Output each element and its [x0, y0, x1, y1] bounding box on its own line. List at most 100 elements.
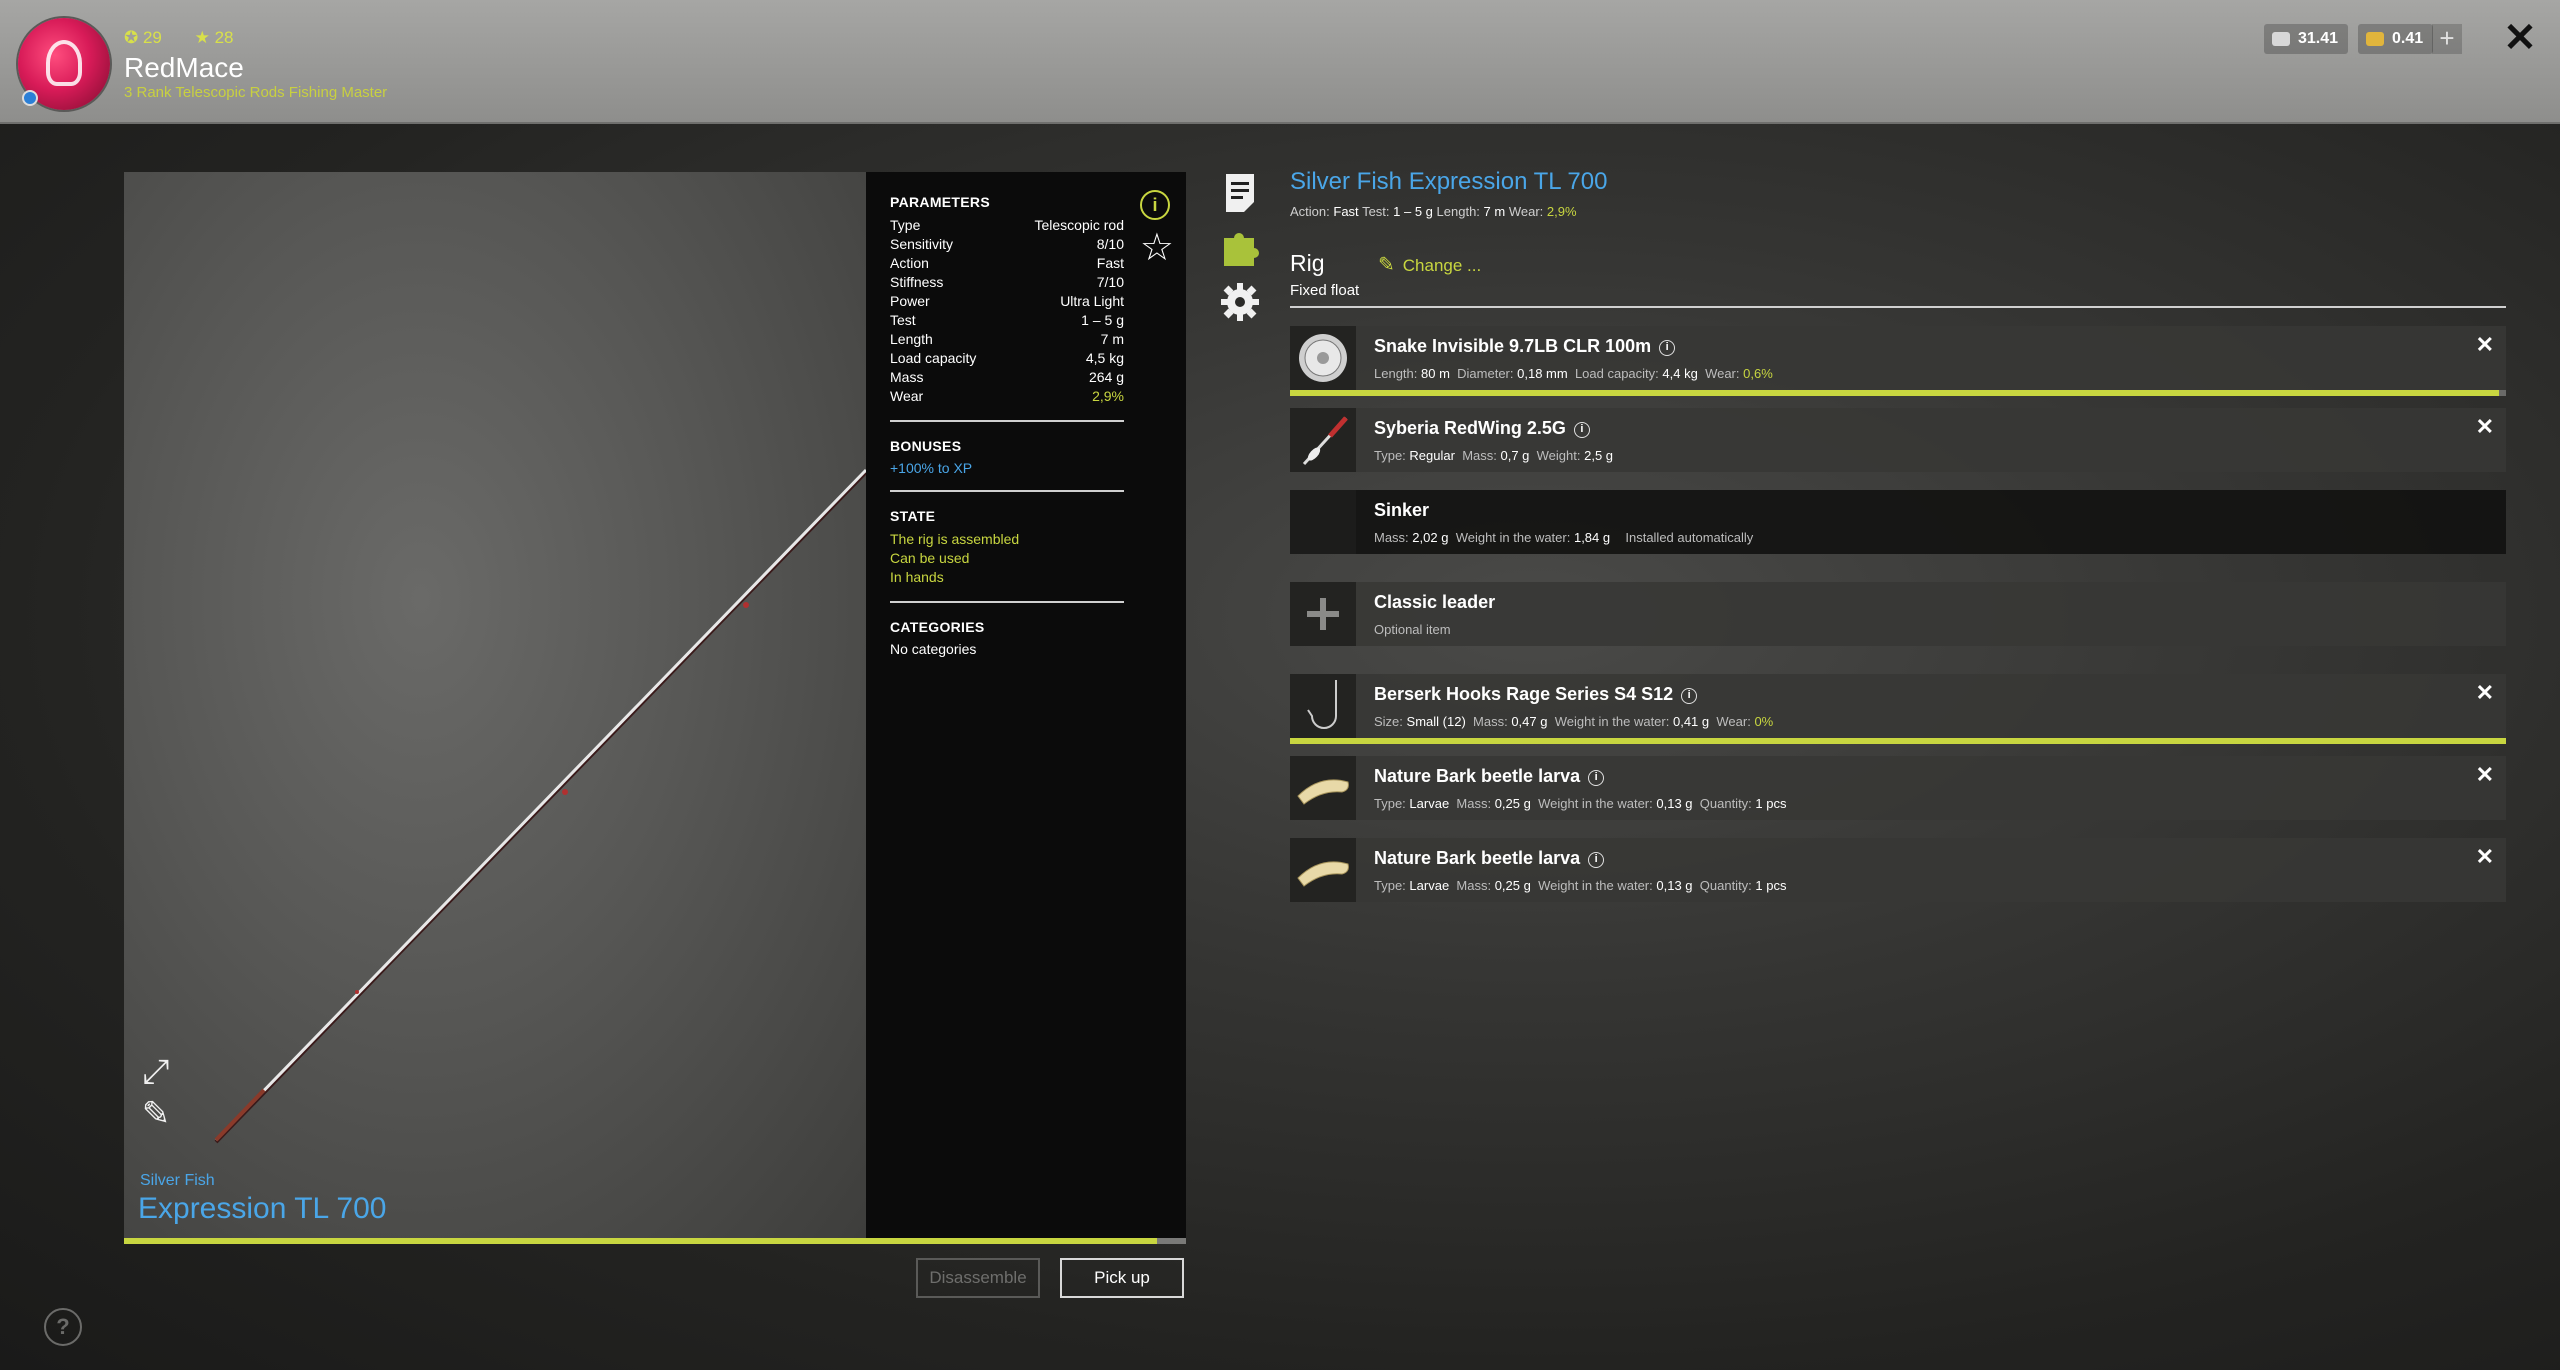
property-value: 0,6% — [1743, 366, 1773, 381]
avatar-badge-icon — [22, 90, 38, 106]
rod-preview[interactable]: ⤢ ✎ Silver Fish Expression TL 700 — [124, 172, 866, 1238]
property-value: Regular — [1409, 448, 1455, 463]
property-value: Larvae — [1409, 796, 1450, 811]
bonus-xp: +100% to XP — [890, 460, 973, 476]
gear-icon[interactable] — [1218, 280, 1262, 324]
param-label: Length — [890, 331, 933, 347]
property-label: Length: — [1374, 366, 1418, 381]
property-value: 0,7 g — [1500, 448, 1530, 463]
rank-stat: ★ 28 — [194, 28, 234, 47]
property-label: Diameter: — [1457, 366, 1514, 381]
property-value: 80 m — [1421, 366, 1450, 381]
property-label: Weight: — [1536, 448, 1581, 463]
property-value: 4,4 kg — [1662, 366, 1698, 381]
param-row: Load capacity 4,5 kg — [890, 349, 1124, 368]
property-label: Type: — [1374, 448, 1406, 463]
player-name: RedMace — [124, 52, 244, 83]
rig-item-name: Sinker — [1374, 500, 1429, 521]
length-label: Length: — [1436, 204, 1480, 219]
property-label: Type: — [1374, 796, 1406, 811]
test-value: 1 – 5 g — [1393, 204, 1433, 219]
rig-item-bait[interactable]: Nature Bark beetle larva i Type: Larvae Ma… — [1290, 756, 2506, 820]
param-value: 264 g — [1088, 369, 1124, 385]
document-icon[interactable] — [1218, 170, 1262, 214]
puzzle-icon[interactable] — [1218, 224, 1262, 268]
param-row: Test 1 – 5 g — [890, 311, 1124, 330]
property-value: 0,13 g — [1656, 796, 1693, 811]
property-label: Weight in the water: — [1554, 714, 1670, 729]
rig-item-leader[interactable]: Classic leader Optional item — [1290, 582, 2506, 646]
rod-wear-fill — [124, 1238, 1158, 1244]
float-icon — [1290, 408, 1356, 472]
property-value: Small (12) — [1406, 714, 1466, 729]
rod-title: Silver Fish Expression TL 700 — [1290, 168, 1608, 195]
rig-item-name-text: Syberia RedWing 2.5G — [1374, 418, 1566, 438]
favorite-star-icon[interactable]: ☆ — [1140, 228, 1174, 268]
categories-value: No categories — [890, 641, 977, 657]
larva-bait-icon — [1290, 756, 1356, 820]
rig-item-bait[interactable]: Nature Bark beetle larva i Type: Larvae Ma… — [1290, 838, 2506, 902]
rig-item-float[interactable]: Syberia RedWing 2.5G i Type: Regular Mass:… — [1290, 408, 2506, 472]
help-icon[interactable]: ? — [44, 1308, 82, 1346]
property-value: 0,18 mm — [1517, 366, 1568, 381]
rig-item-line[interactable]: Snake Invisible 9.7LB CLR 100m i Length: 8… — [1290, 326, 2506, 396]
property-value: 0,41 g — [1672, 714, 1710, 729]
line-spool-icon — [1290, 326, 1356, 390]
param-row: Wear 2,9% — [890, 387, 1124, 406]
property-value: 0,13 g — [1656, 878, 1693, 893]
rig-item-properties: Optional item — [1374, 622, 1451, 637]
rod-guide-1 — [562, 789, 568, 795]
remove-icon[interactable]: ✕ — [2476, 332, 2494, 358]
info-icon[interactable]: i — [1659, 340, 1676, 356]
item-wear-fill — [1290, 738, 2506, 744]
property-label: Wear: — [1716, 714, 1751, 729]
remove-icon[interactable]: ✕ — [2476, 680, 2494, 706]
pickup-button[interactable]: Pick up — [1060, 1258, 1184, 1298]
rig-item-name: Nature Bark beetle larva i — [1374, 766, 1605, 787]
param-label: Load capacity — [890, 350, 977, 366]
info-icon[interactable]: i — [1140, 190, 1170, 220]
property-label: Quantity: — [1699, 796, 1752, 811]
property-label: Mass: — [1473, 714, 1508, 729]
player-stats: ✪ 29 ★ 28 — [124, 28, 262, 48]
parameters-panel: i ☆ PARAMETERS Type Telescopic rod Sensiti… — [866, 172, 1186, 1238]
remove-icon[interactable]: ✕ — [2476, 844, 2494, 870]
info-icon[interactable]: i — [1681, 688, 1698, 704]
player-avatar[interactable] — [18, 18, 110, 110]
gold-balance: 0.41 — [2358, 24, 2434, 54]
rod-blank — [214, 468, 866, 1142]
remove-icon[interactable]: ✕ — [2476, 414, 2494, 440]
categories-title: CATEGORIES — [890, 619, 985, 635]
rod-image — [214, 468, 866, 1144]
property-label: Size: — [1374, 714, 1403, 729]
param-label: Wear — [890, 388, 924, 404]
param-value: 1 – 5 g — [1081, 312, 1124, 328]
add-currency-button[interactable]: + — [2432, 24, 2462, 54]
close-icon[interactable]: ✕ — [2502, 18, 2538, 58]
wear-label: Wear: — [1508, 204, 1544, 219]
property-value: 0,25 g — [1494, 878, 1531, 893]
property-label: Mass: — [1374, 530, 1409, 545]
property-value: 1 pcs — [1755, 878, 1787, 893]
param-label: Sensitivity — [890, 236, 954, 252]
rig-item-hook[interactable]: Berserk Hooks Rage Series S4 S12 i Size: S… — [1290, 674, 2506, 744]
remove-icon[interactable]: ✕ — [2476, 762, 2494, 788]
info-icon[interactable]: i — [1573, 422, 1590, 438]
expand-icon[interactable]: ⤢ — [136, 1052, 176, 1092]
disassemble-button[interactable]: Disassemble — [916, 1258, 1040, 1298]
param-value: 7/10 — [1096, 274, 1124, 290]
divider — [890, 601, 1124, 603]
info-icon[interactable]: i — [1588, 770, 1605, 786]
param-row: Type Telescopic rod — [890, 216, 1124, 235]
rig-item-properties: Size: Small (12) Mass: 0,47 g Weight in … — [1374, 714, 1780, 729]
gold-coin-icon — [2366, 32, 2384, 46]
state-usable: Can be used — [890, 550, 970, 566]
info-icon[interactable]: i — [1588, 852, 1605, 868]
param-label: Mass — [890, 369, 924, 385]
property-label: Mass: — [1456, 878, 1492, 893]
change-rig-button[interactable]: ✎ Change ... — [1378, 252, 1481, 277]
rig-item-sinker[interactable]: Sinker Mass: 2,02 g Weight in the water: … — [1290, 490, 2506, 554]
property-label: Weight in the water: — [1538, 878, 1653, 893]
property-label: Wear: — [1705, 366, 1740, 381]
edit-pencil-icon[interactable]: ✎ — [136, 1094, 176, 1134]
